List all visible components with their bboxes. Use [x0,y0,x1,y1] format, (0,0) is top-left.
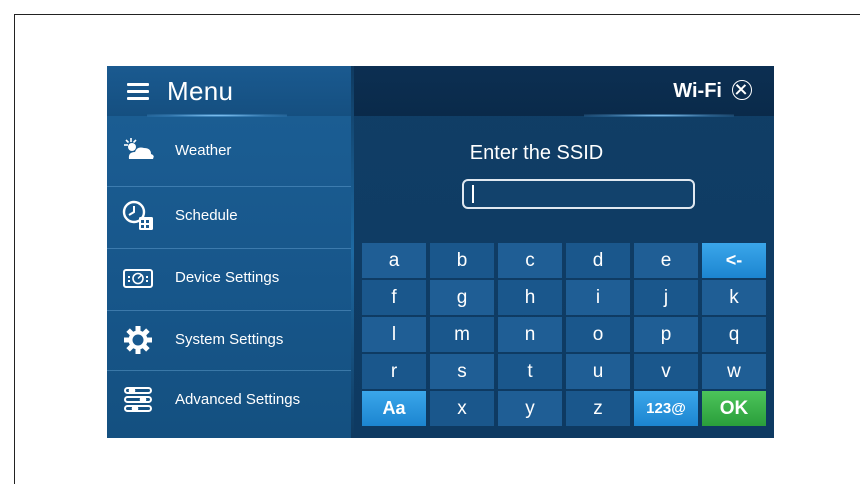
menu-glow [147,114,287,117]
key-f[interactable]: f [362,280,426,315]
key-t[interactable]: t [498,354,562,389]
sidebar-item-weather[interactable]: Weather [107,122,351,182]
ok-button[interactable]: OK [702,391,766,426]
key-w[interactable]: w [702,354,766,389]
sidebar-item-label: Device Settings [175,269,280,286]
schedule-clock-icon [122,200,153,230]
sidebar-item-system-settings[interactable]: System Settings [107,310,351,371]
key-b[interactable]: b [430,243,494,278]
header-glow [584,114,734,117]
hamburger-icon[interactable] [127,83,149,100]
key-u[interactable]: u [566,354,630,389]
key-k[interactable]: k [702,280,766,315]
key-n[interactable]: n [498,317,562,352]
key-z[interactable]: z [566,391,630,426]
text-cursor [472,185,474,203]
menu-header[interactable]: Menu [107,66,351,117]
key-a[interactable]: a [362,243,426,278]
thermostat-screen: Menu Weather Schedule Device Settings Sy… [107,66,774,438]
key-o[interactable]: o [566,317,630,352]
sidebar-item-device-settings[interactable]: Device Settings [107,248,351,309]
shift-case-key[interactable]: Aa [362,391,426,426]
key-j[interactable]: j [634,280,698,315]
key-g[interactable]: g [430,280,494,315]
sidebar-item-label: Schedule [175,207,238,224]
key-e[interactable]: e [634,243,698,278]
device-settings-icon [123,269,153,288]
key-d[interactable]: d [566,243,630,278]
key-p[interactable]: p [634,317,698,352]
sidebar-item-label: Weather [175,142,232,159]
key-v[interactable]: v [634,354,698,389]
ssid-input[interactable] [462,179,695,209]
sidebar-menu: Menu Weather Schedule Device Settings Sy… [107,66,351,438]
sidebar-item-schedule[interactable]: Schedule [107,186,351,247]
onscreen-keyboard: a b c d e <- f g h i j k l m n o p q r s… [362,243,770,429]
sidebar-item-advanced-settings[interactable]: Advanced Settings [107,370,351,431]
sidebar-item-label: System Settings [175,331,284,348]
key-q[interactable]: q [702,317,766,352]
ssid-prompt: Enter the SSID [469,142,604,164]
key-h[interactable]: h [498,280,562,315]
key-r[interactable]: r [362,354,426,389]
wifi-title: Wi-Fi [673,80,722,102]
key-s[interactable]: s [430,354,494,389]
backspace-key[interactable]: <- [702,243,766,278]
key-m[interactable]: m [430,317,494,352]
sidebar-item-label: Advanced Settings [175,391,301,408]
menu-title: Menu [167,76,234,106]
close-icon[interactable] [732,80,752,100]
gear-icon [124,326,152,354]
wifi-panel: Wi-Fi Enter the SSID a b c d e <- f g h … [354,66,774,438]
key-i[interactable]: i [566,280,630,315]
key-l[interactable]: l [362,317,426,352]
weather-cloud-sun-icon [124,138,154,159]
key-y[interactable]: y [498,391,562,426]
key-c[interactable]: c [498,243,562,278]
symbols-key[interactable]: 123@ [634,391,698,426]
key-x[interactable]: x [430,391,494,426]
sliders-icon [124,387,152,412]
wifi-header: Wi-Fi [354,66,774,117]
